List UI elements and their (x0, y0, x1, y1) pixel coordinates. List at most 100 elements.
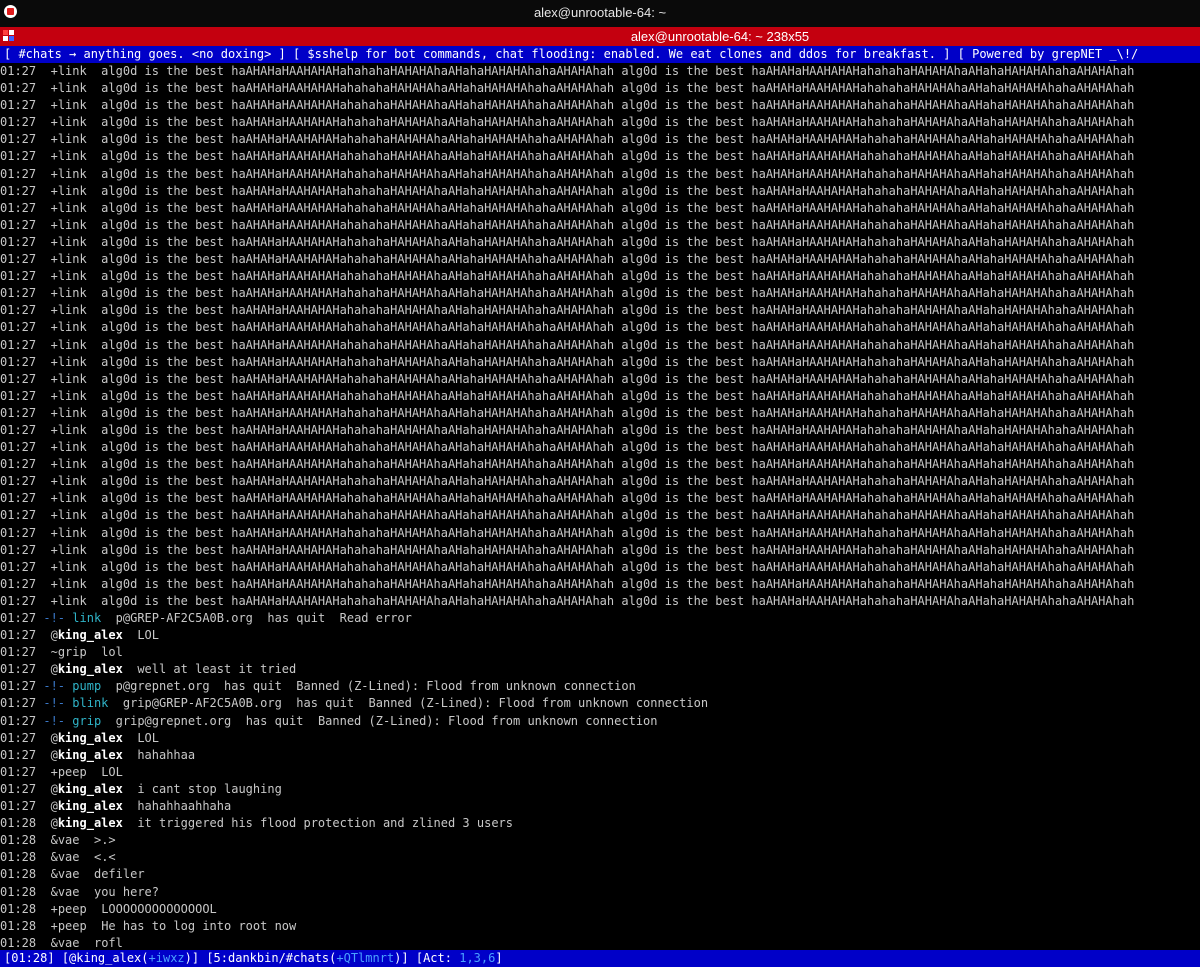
flood-line: 01:27 +link alg0d is the best haAHAHaHAA… (0, 268, 1200, 285)
message-line: 01:28 &vae >.> (0, 832, 1200, 849)
nick[interactable]: link (58, 201, 87, 215)
nick[interactable]: king_alex (58, 628, 123, 642)
flood-line: 01:27 +link alg0d is the best haAHAHaHAA… (0, 388, 1200, 405)
nick[interactable]: vae (58, 885, 80, 899)
nick[interactable]: king_alex (58, 782, 123, 796)
quit-action: has quit (296, 696, 355, 711)
nick-mode: & (50, 867, 58, 882)
quit-host: p@GREP-AF2C5A0B.org (115, 611, 253, 625)
nick[interactable]: vae (58, 833, 80, 847)
nick[interactable]: link (58, 526, 87, 540)
nick[interactable]: link (58, 149, 87, 163)
timestamp: 01:27 (0, 115, 37, 130)
nick[interactable]: link (58, 560, 87, 574)
nick[interactable]: blink (72, 696, 108, 710)
nick[interactable]: link (58, 81, 87, 95)
nick-mode: + (50, 320, 58, 335)
nick[interactable]: link (72, 611, 101, 625)
message-line: 01:28 &vae you here? (0, 884, 1200, 901)
nick[interactable]: pump (72, 679, 101, 693)
message-text: alg0d is the best haAHAHaHAAHAHAHahahaha… (101, 269, 1135, 284)
message-text: you here? (93, 884, 159, 899)
flood-line: 01:27 +link alg0d is the best haAHAHaHAA… (0, 439, 1200, 456)
nick[interactable]: vae (58, 850, 80, 864)
terminal-tab-bar[interactable]: alex@unrootable-64: ~ 238x55 (0, 27, 1200, 46)
flood-line: 01:27 +link alg0d is the best haAHAHaHAA… (0, 542, 1200, 559)
flood-line: 01:27 +link alg0d is the best haAHAHaHAA… (0, 456, 1200, 473)
nick[interactable]: link (58, 457, 87, 471)
flood-line: 01:27 +link alg0d is the best haAHAHaHAA… (0, 285, 1200, 302)
nick[interactable]: link (58, 338, 87, 352)
nick-mode: & (50, 850, 58, 865)
nick[interactable]: king_alex (58, 816, 123, 830)
timestamp: 01:27 (0, 474, 37, 489)
nick[interactable]: king_alex (58, 731, 123, 745)
nick[interactable]: link (58, 184, 87, 198)
message-text: alg0d is the best haAHAHaHAAHAHAHahahaha… (101, 405, 1135, 420)
status-time: [01:28] (4, 951, 55, 965)
message-text: alg0d is the best haAHAHaHAAHAHAHahahaha… (101, 200, 1135, 215)
nick[interactable]: vae (58, 867, 80, 881)
nick[interactable]: link (58, 252, 87, 266)
nick[interactable]: link (58, 64, 87, 78)
nick[interactable]: king_alex (58, 662, 123, 676)
nick[interactable]: link (58, 132, 87, 146)
nick[interactable]: peep (58, 902, 87, 916)
nick[interactable]: grip (72, 714, 101, 728)
quit-reason: Banned (Z-Lined): Flood from unknown con… (368, 696, 709, 711)
nick-mode: + (50, 132, 58, 147)
nick[interactable]: vae (58, 936, 80, 950)
nick[interactable]: link (58, 115, 87, 129)
nick[interactable]: peep (58, 919, 87, 933)
nick[interactable]: link (58, 594, 87, 608)
nick[interactable]: link (58, 440, 87, 454)
nick[interactable]: link (58, 286, 87, 300)
nick[interactable]: link (58, 303, 87, 317)
message-text: well at least it tried (137, 662, 297, 677)
message-line: 01:27 @king_alex LOL (0, 627, 1200, 644)
nick[interactable]: link (58, 235, 87, 249)
timestamp: 01:27 (0, 252, 37, 267)
nick[interactable]: link (58, 320, 87, 334)
flood-line: 01:27 +link alg0d is the best haAHAHaHAA… (0, 97, 1200, 114)
timestamp: 01:27 (0, 781, 37, 796)
timestamp: 01:27 (0, 747, 37, 762)
nick[interactable]: link (58, 372, 87, 386)
timestamp: 01:27 (0, 269, 37, 284)
nick[interactable]: link (58, 508, 87, 522)
nick[interactable]: link (58, 167, 87, 181)
quit-line: 01:27 -!- pump p@grepnet.org has quit Ba… (0, 678, 1200, 695)
message-line: 01:28 &vae defiler (0, 866, 1200, 883)
nick-mode: + (50, 559, 58, 574)
nick[interactable]: king_alex (58, 748, 123, 762)
nick[interactable]: link (58, 474, 87, 488)
nick-mode: + (50, 98, 58, 113)
nick[interactable]: link (58, 423, 87, 437)
nick[interactable]: link (58, 355, 87, 369)
nick[interactable]: link (58, 218, 87, 232)
nick[interactable]: link (58, 577, 87, 591)
message-text: alg0d is the best haAHAHaHAAHAHAHahahaha… (101, 98, 1135, 113)
chat-log[interactable]: 01:27 +link alg0d is the best haAHAHaHAA… (0, 63, 1200, 950)
nick[interactable]: link (58, 269, 87, 283)
flood-line: 01:27 +link alg0d is the best haAHAHaHAA… (0, 183, 1200, 200)
message-text: alg0d is the best haAHAHaHAAHAHAHahahaha… (101, 576, 1135, 591)
message-line: 01:28 &vae rofl (0, 935, 1200, 950)
message-text: lol (101, 645, 123, 660)
nick[interactable]: link (58, 543, 87, 557)
nick-mode: + (50, 286, 58, 301)
flood-line: 01:27 +link alg0d is the best haAHAHaHAA… (0, 559, 1200, 576)
timestamp: 01:28 (0, 901, 37, 916)
nick[interactable]: link (58, 491, 87, 505)
nick[interactable]: king_alex (58, 799, 123, 813)
nick[interactable]: link (58, 98, 87, 112)
nick[interactable]: peep (58, 765, 87, 779)
quit-line: 01:27 -!- grip grip@grepnet.org has quit… (0, 713, 1200, 730)
quit-action: has quit (224, 679, 282, 694)
nick-mode: + (50, 371, 58, 386)
message-text: alg0d is the best haAHAHaHAAHAHAHahahaha… (101, 166, 1135, 181)
window-titlebar[interactable]: alex@unrootable-64: ~ (0, 0, 1200, 27)
nick[interactable]: link (58, 406, 87, 420)
nick[interactable]: grip (58, 645, 87, 659)
nick[interactable]: link (58, 389, 87, 403)
